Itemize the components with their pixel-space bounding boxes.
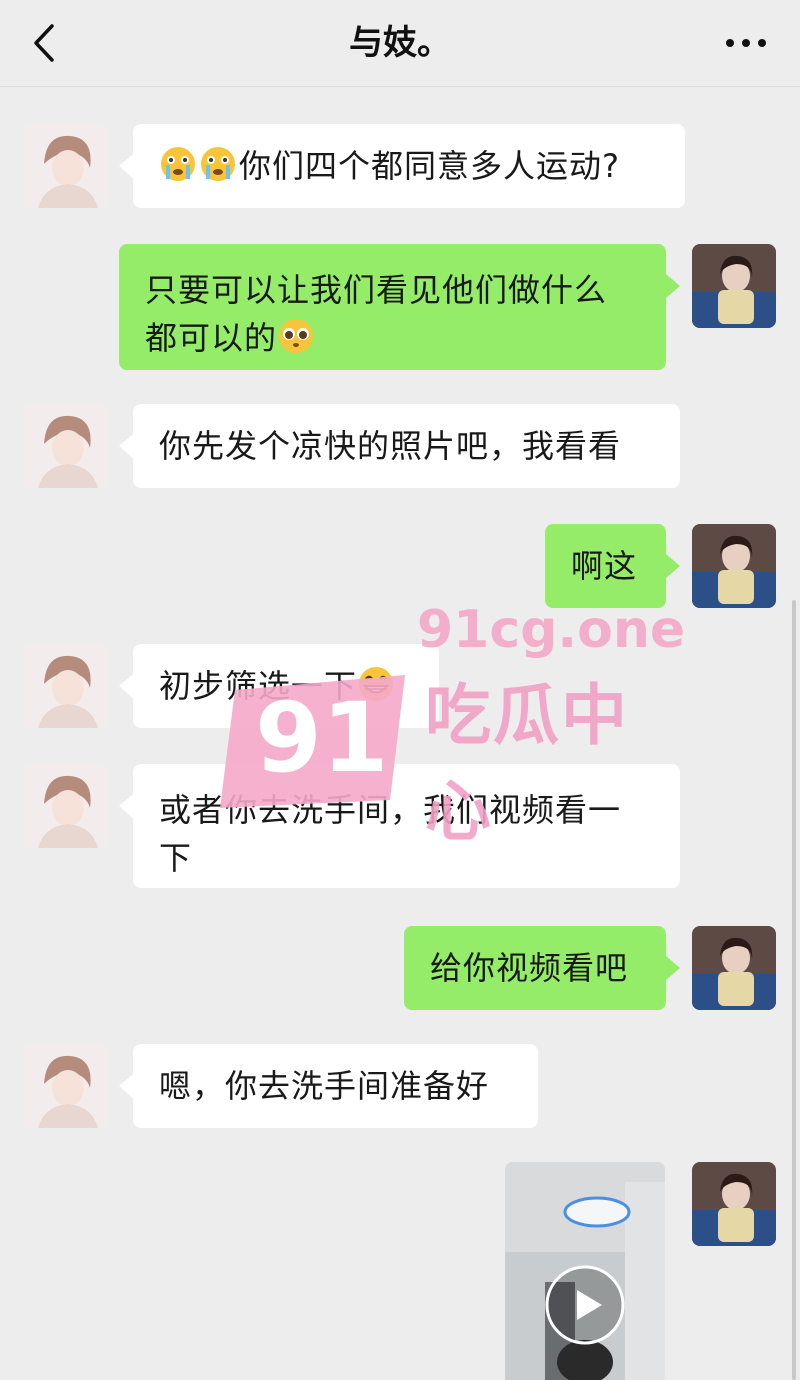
video-message[interactable] (505, 1162, 665, 1380)
message-bubble[interactable]: 你们四个都同意多人运动? (119, 124, 685, 208)
message-text: 你们四个都同意多人运动? (159, 142, 620, 190)
play-icon[interactable] (544, 1264, 626, 1346)
message-bubble[interactable]: 初步筛选一下 (119, 644, 439, 728)
watermark-site: 91cg.one (417, 600, 686, 660)
pleading-face-icon (279, 319, 314, 353)
more-dots-icon[interactable] (722, 26, 770, 60)
message-bubble[interactable]: 你先发个凉快的照片吧，我看看 (119, 404, 680, 488)
message-text: 只要可以让我们看见他们做什么 都可以的 (145, 271, 608, 357)
message-text: 或者你去洗手间，我们视频看一下 (159, 791, 622, 877)
crying-face-icon (161, 147, 195, 181)
message-bubble[interactable]: 或者你去洗手间，我们视频看一下 (119, 764, 680, 888)
message-text: 你先发个凉快的照片吧，我看看 (159, 427, 622, 465)
contact-avatar[interactable] (24, 644, 108, 728)
user-avatar[interactable] (692, 524, 776, 608)
chat-title: 与妓。 (349, 23, 451, 63)
chat-header: 与妓。 (0, 0, 800, 87)
scrollbar[interactable] (792, 600, 796, 1380)
user-avatar[interactable] (692, 1162, 776, 1246)
contact-avatar[interactable] (24, 1044, 108, 1128)
message-bubble[interactable]: 只要可以让我们看见他们做什么 都可以的 (119, 244, 680, 370)
message-bubble[interactable]: 给你视频看吧 (404, 926, 680, 1010)
crying-face-icon (201, 147, 235, 181)
message-bubble[interactable]: 啊这 (545, 524, 680, 608)
contact-avatar[interactable] (24, 124, 108, 208)
contact-avatar[interactable] (24, 764, 108, 848)
message-text: 啊这 (571, 547, 638, 585)
message-text: 给你视频看吧 (430, 949, 629, 987)
message-text: 嗯，你去洗手间准备好 (159, 1067, 490, 1105)
grinning-face-icon (359, 667, 394, 701)
message-bubble[interactable]: 嗯，你去洗手间准备好 (119, 1044, 538, 1128)
contact-avatar[interactable] (24, 404, 108, 488)
user-avatar[interactable] (692, 926, 776, 1010)
user-avatar[interactable] (692, 244, 776, 328)
message-text: 初步筛选一下 (159, 662, 397, 710)
